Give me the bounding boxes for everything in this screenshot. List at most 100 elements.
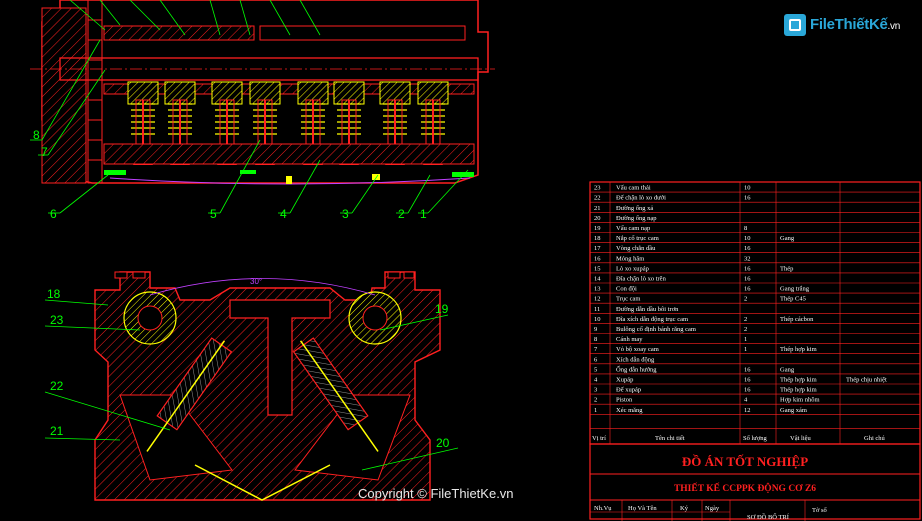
logo-brand: FileThiếtKế	[810, 16, 888, 33]
cross-section: 30° 18 23 22 21 19 20	[44, 271, 459, 501]
table-cell-no: 1	[594, 407, 597, 414]
table-cell-qty: 1	[744, 346, 747, 353]
callout-19: 19	[435, 302, 449, 316]
title-block: ĐỒ ÁN TỐT NGHIỆP THIẾT KẾ CCPPK ĐỘNG CƠ …	[589, 443, 921, 521]
table-cell-qty: 2	[744, 296, 747, 303]
table-cell-name: Cánh may	[616, 336, 643, 343]
callout-20: 20	[436, 436, 450, 450]
table-cell-name: Vấu cam thải	[616, 185, 651, 192]
table-cell-qty: 16	[744, 195, 751, 202]
sign-name-header: Họ Và Tên	[628, 505, 657, 512]
table-cell-no: 16	[594, 255, 601, 262]
table-cell-no: 19	[594, 225, 601, 232]
top-callout-labels: 8 7 6 5 4 3 2 1	[33, 128, 427, 221]
table-cell-name: Vấu cam nạp	[616, 225, 650, 232]
callout-6: 6	[50, 207, 57, 221]
table-cell-qty: 16	[744, 387, 751, 394]
table-cell-qty: 12	[744, 407, 751, 414]
table-cell-material: Thép hợp kim	[780, 377, 817, 384]
table-cell-name: Đường dẫn dầu bôi trơn	[616, 306, 679, 313]
table-cell-name: Xupáp	[616, 377, 633, 384]
callout-4: 4	[280, 207, 287, 221]
parts-table: 23 Vấu cam thải 1022 Đế chặn lò xo dưới 1621…	[589, 181, 921, 445]
table-cell-name: Xéc măng	[616, 407, 643, 414]
table-cell-qty: 16	[744, 265, 751, 272]
table-cell-material: Gang	[780, 235, 795, 242]
logo-icon	[784, 14, 806, 36]
table-cell-name: Piston	[616, 397, 633, 404]
table-cell-name: Đĩa xích dẫn động trục cam	[616, 316, 688, 323]
sign-role-header: Nh.Vụ	[594, 505, 612, 512]
table-cell-name: Đường ống xả	[616, 205, 653, 212]
table-cell-no: 8	[594, 336, 597, 343]
filethietke-logo: FileThiếtKế.vn	[784, 12, 914, 40]
sign-signature-header: Ký	[680, 505, 689, 512]
table-cell-name: Đĩa chặn lò xo trên	[616, 276, 667, 283]
longitudinal-section: 8 7 6 5 4 3 2 1	[30, 0, 495, 221]
callout-7: 7	[41, 145, 48, 159]
table-cell-qty: 4	[744, 397, 748, 404]
table-cell-note: Thép chịu nhiệt	[846, 377, 887, 384]
table-header-material: Vật liệu	[790, 435, 812, 442]
table-cell-qty: 16	[744, 276, 751, 283]
table-cell-material: Gang trắng	[780, 286, 810, 293]
table-cell-qty: 2	[744, 316, 747, 323]
table-cell-qty: 16	[744, 366, 751, 373]
table-cell-qty: 1	[744, 336, 747, 343]
table-cell-no: 12	[594, 296, 601, 303]
table-cell-qty: 8	[744, 225, 747, 232]
table-header-no: Vị trí	[592, 435, 606, 442]
table-cell-name: Lò xo xupáp	[616, 265, 649, 272]
table-cell-name: Con đội	[616, 286, 637, 293]
table-header-note: Ghi chú	[864, 435, 886, 442]
table-cell-material: Gang	[780, 366, 795, 373]
table-cell-no: 18	[594, 235, 601, 242]
project-subject: THIẾT KẾ CCPPK ĐỘNG CƠ Z6	[674, 481, 816, 494]
table-cell-no: 10	[594, 316, 601, 323]
callout-21: 21	[50, 424, 64, 438]
table-cell-qty: 2	[744, 326, 747, 333]
table-cell-material: Hợp kim nhôm	[780, 397, 820, 404]
table-cell-name: Đế chặn lò xo dưới	[616, 195, 666, 202]
sign-date-header: Ngày	[705, 505, 720, 512]
table-cell-material: Gang xám	[780, 407, 807, 414]
angle-label: 30°	[250, 277, 262, 286]
callout-1: 1	[420, 207, 427, 221]
table-cell-no: 4	[594, 377, 598, 384]
table-cell-qty: 16	[744, 245, 751, 252]
table-header-name: Tên chi tiết	[655, 435, 685, 442]
table-cell-name: Đế xupáp	[616, 387, 641, 394]
table-cell-name: Ống dẫn hướng	[616, 365, 657, 373]
table-cell-name: Xích dẫn động	[616, 356, 655, 363]
table-cell-qty: 10	[744, 235, 751, 242]
callout-22: 22	[50, 379, 64, 393]
table-cell-name: Móng hãm	[616, 255, 644, 262]
copyright-watermark: Copyright © FileThietKe.vn	[358, 486, 514, 501]
table-cell-qty: 16	[744, 286, 751, 293]
table-cell-material: Thép cácbon	[780, 316, 814, 323]
sheet-label: Tờ số	[812, 507, 828, 514]
cad-drawing: 8 7 6 5 4 3 2 1 30° 18 23 22 21 19 20 23…	[30, 0, 921, 521]
table-cell-name: Đường ống nạp	[616, 215, 657, 222]
callout-5: 5	[210, 207, 217, 221]
table-cell-no: 13	[594, 286, 601, 293]
table-cell-no: 14	[594, 276, 601, 283]
logo-tld: .vn	[887, 21, 901, 32]
project-title: ĐỒ ÁN TỐT NGHIỆP	[682, 454, 808, 469]
table-cell-no: 5	[594, 366, 597, 373]
table-cell-name: Nắp cổ trục cam	[616, 235, 659, 242]
table-cell-name: Bulông cố định bánh răng cam	[616, 326, 696, 333]
table-cell-no: 23	[594, 185, 601, 192]
table-cell-name: Vòng chắn dầu	[616, 245, 656, 252]
callout-23: 23	[50, 313, 64, 327]
table-cell-qty: 10	[744, 185, 751, 192]
table-cell-no: 17	[594, 245, 601, 252]
table-cell-no: 22	[594, 195, 601, 202]
table-header-qty: Số lượng	[743, 435, 768, 442]
callout-2: 2	[398, 207, 405, 221]
table-cell-no: 7	[594, 346, 598, 353]
table-cell-material: Thép hợp kim	[780, 387, 817, 394]
table-cell-no: 2	[594, 397, 597, 404]
drawing-name: SƠ ĐỒ BỐ TRÍ	[747, 513, 789, 521]
table-cell-no: 21	[594, 205, 601, 212]
